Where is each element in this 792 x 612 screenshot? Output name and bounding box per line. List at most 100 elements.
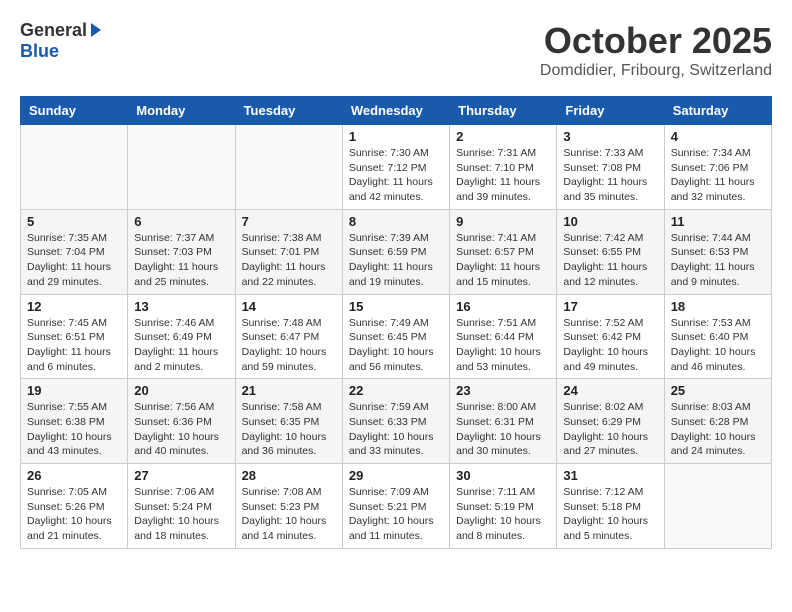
- day-info: Sunrise: 7:12 AMSunset: 5:18 PMDaylight:…: [563, 485, 657, 544]
- day-number: 13: [134, 299, 228, 314]
- day-info: Sunrise: 7:34 AMSunset: 7:06 PMDaylight:…: [671, 146, 765, 205]
- day-number: 19: [27, 383, 121, 398]
- day-number: 22: [349, 383, 443, 398]
- title-section: October 2025 Domdidier, Fribourg, Switze…: [540, 20, 772, 80]
- calendar-day-cell: 9 Sunrise: 7:41 AMSunset: 6:57 PMDaylight…: [450, 209, 557, 294]
- day-number: 6: [134, 214, 228, 229]
- day-number: 12: [27, 299, 121, 314]
- day-info: Sunrise: 7:31 AMSunset: 7:10 PMDaylight:…: [456, 146, 550, 205]
- calendar-day-header: Friday: [557, 97, 664, 125]
- day-number: 27: [134, 468, 228, 483]
- day-info: Sunrise: 7:55 AMSunset: 6:38 PMDaylight:…: [27, 400, 121, 459]
- calendar-day-cell: 20Sunrise: 7:56 AMSunset: 6:36 PMDayligh…: [128, 379, 235, 464]
- calendar-week-row: 26Sunrise: 7:05 AMSunset: 5:26 PMDayligh…: [21, 464, 772, 549]
- calendar-day-cell: 26Sunrise: 7:05 AMSunset: 5:26 PMDayligh…: [21, 464, 128, 549]
- calendar-day-cell: 7Sunrise: 7:38 AMSunset: 7:01 PMDaylight…: [235, 209, 342, 294]
- calendar-day-cell: 19 Sunrise: 7:55 AMSunset: 6:38 PMDayligh…: [21, 379, 128, 464]
- calendar-day-cell: 11 Sunrise: 7:44 AMSunset: 6:53 PMDayligh…: [664, 209, 771, 294]
- day-number: 29: [349, 468, 443, 483]
- day-info: Sunrise: 7:08 AMSunset: 5:23 PMDaylight:…: [242, 485, 336, 544]
- calendar-week-row: 12Sunrise: 7:45 AMSunset: 6:51 PMDayligh…: [21, 294, 772, 379]
- calendar-day-header: Wednesday: [342, 97, 449, 125]
- day-info: Sunrise: 7:11 AMSunset: 5:19 PMDaylight:…: [456, 485, 550, 544]
- calendar-week-row: 19 Sunrise: 7:55 AMSunset: 6:38 PMDayligh…: [21, 379, 772, 464]
- day-number: 11: [671, 214, 765, 229]
- day-info: Sunrise: 7:30 AMSunset: 7:12 PMDaylight:…: [349, 146, 443, 205]
- day-info: Sunrise: 7:09 AMSunset: 5:21 PMDaylight:…: [349, 485, 443, 544]
- calendar-day-cell: 21 Sunrise: 7:58 AMSunset: 6:35 PMDayligh…: [235, 379, 342, 464]
- calendar-day-cell: 15Sunrise: 7:49 AMSunset: 6:45 PMDayligh…: [342, 294, 449, 379]
- day-number: 9: [456, 214, 550, 229]
- calendar-day-cell: 18 Sunrise: 7:53 AMSunset: 6:40 PMDayligh…: [664, 294, 771, 379]
- calendar-week-row: 5 Sunrise: 7:35 AMSunset: 7:04 PMDaylight…: [21, 209, 772, 294]
- calendar-header-row: SundayMondayTuesdayWednesdayThursdayFrid…: [21, 97, 772, 125]
- day-info: Sunrise: 7:52 AMSunset: 6:42 PMDaylight:…: [563, 316, 657, 375]
- calendar-day-cell: 31 Sunrise: 7:12 AMSunset: 5:18 PMDayligh…: [557, 464, 664, 549]
- day-info: Sunrise: 8:02 AMSunset: 6:29 PMDaylight:…: [563, 400, 657, 459]
- day-number: 5: [27, 214, 121, 229]
- day-number: 16: [456, 299, 550, 314]
- logo-general-text: General: [20, 20, 87, 41]
- day-info: Sunrise: 7:46 AMSunset: 6:49 PMDaylight:…: [134, 316, 228, 375]
- logo-arrow-icon: [91, 23, 101, 37]
- calendar-day-cell: 22 Sunrise: 7:59 AMSunset: 6:33 PMDayligh…: [342, 379, 449, 464]
- day-number: 17: [563, 299, 657, 314]
- day-number: 14: [242, 299, 336, 314]
- day-number: 10: [563, 214, 657, 229]
- calendar-day-header: Tuesday: [235, 97, 342, 125]
- calendar-day-cell: [664, 464, 771, 549]
- day-info: Sunrise: 7:53 AMSunset: 6:40 PMDaylight:…: [671, 316, 765, 375]
- day-info: Sunrise: 7:44 AMSunset: 6:53 PMDaylight:…: [671, 231, 765, 290]
- calendar-day-cell: 10 Sunrise: 7:42 AMSunset: 6:55 PMDayligh…: [557, 209, 664, 294]
- day-info: Sunrise: 7:58 AMSunset: 6:35 PMDaylight:…: [242, 400, 336, 459]
- page-header: General Blue October 2025 Domdidier, Fri…: [20, 20, 772, 80]
- calendar-day-cell: 4Sunrise: 7:34 AMSunset: 7:06 PMDaylight…: [664, 125, 771, 210]
- day-info: Sunrise: 7:59 AMSunset: 6:33 PMDaylight:…: [349, 400, 443, 459]
- calendar-day-cell: 16Sunrise: 7:51 AMSunset: 6:44 PMDayligh…: [450, 294, 557, 379]
- day-info: Sunrise: 7:06 AMSunset: 5:24 PMDaylight:…: [134, 485, 228, 544]
- day-number: 25: [671, 383, 765, 398]
- day-info: Sunrise: 7:56 AMSunset: 6:36 PMDaylight:…: [134, 400, 228, 459]
- day-number: 24: [563, 383, 657, 398]
- day-number: 8: [349, 214, 443, 229]
- day-info: Sunrise: 7:05 AMSunset: 5:26 PMDaylight:…: [27, 485, 121, 544]
- day-number: 31: [563, 468, 657, 483]
- day-number: 3: [563, 129, 657, 144]
- day-info: Sunrise: 7:35 AMSunset: 7:04 PMDaylight:…: [27, 231, 121, 290]
- calendar-day-cell: 29 Sunrise: 7:09 AMSunset: 5:21 PMDayligh…: [342, 464, 449, 549]
- day-number: 23: [456, 383, 550, 398]
- calendar-day-cell: 28 Sunrise: 7:08 AMSunset: 5:23 PMDayligh…: [235, 464, 342, 549]
- calendar-day-cell: 3 Sunrise: 7:33 AMSunset: 7:08 PMDaylight…: [557, 125, 664, 210]
- calendar-day-header: Saturday: [664, 97, 771, 125]
- calendar-day-cell: 30 Sunrise: 7:11 AMSunset: 5:19 PMDayligh…: [450, 464, 557, 549]
- calendar-day-cell: 23 Sunrise: 8:00 AMSunset: 6:31 PMDayligh…: [450, 379, 557, 464]
- calendar-week-row: 1 Sunrise: 7:30 AMSunset: 7:12 PMDaylight…: [21, 125, 772, 210]
- day-number: 1: [349, 129, 443, 144]
- calendar-day-cell: 27 Sunrise: 7:06 AMSunset: 5:24 PMDayligh…: [128, 464, 235, 549]
- calendar-day-cell: [21, 125, 128, 210]
- day-info: Sunrise: 7:41 AMSunset: 6:57 PMDaylight:…: [456, 231, 550, 290]
- day-number: 18: [671, 299, 765, 314]
- day-info: Sunrise: 7:49 AMSunset: 6:45 PMDaylight:…: [349, 316, 443, 375]
- day-number: 28: [242, 468, 336, 483]
- day-number: 21: [242, 383, 336, 398]
- calendar-day-cell: 1 Sunrise: 7:30 AMSunset: 7:12 PMDaylight…: [342, 125, 449, 210]
- calendar-day-cell: 5 Sunrise: 7:35 AMSunset: 7:04 PMDaylight…: [21, 209, 128, 294]
- day-info: Sunrise: 7:33 AMSunset: 7:08 PMDaylight:…: [563, 146, 657, 205]
- calendar-day-cell: 6 Sunrise: 7:37 AMSunset: 7:03 PMDaylight…: [128, 209, 235, 294]
- day-info: Sunrise: 7:39 AMSunset: 6:59 PMDaylight:…: [349, 231, 443, 290]
- calendar-day-cell: 24 Sunrise: 8:02 AMSunset: 6:29 PMDayligh…: [557, 379, 664, 464]
- day-info: Sunrise: 7:37 AMSunset: 7:03 PMDaylight:…: [134, 231, 228, 290]
- day-info: Sunrise: 8:03 AMSunset: 6:28 PMDaylight:…: [671, 400, 765, 459]
- location-text: Domdidier, Fribourg, Switzerland: [540, 62, 772, 80]
- day-info: Sunrise: 7:42 AMSunset: 6:55 PMDaylight:…: [563, 231, 657, 290]
- day-number: 7: [242, 214, 336, 229]
- calendar-day-cell: [235, 125, 342, 210]
- calendar-table: SundayMondayTuesdayWednesdayThursdayFrid…: [20, 96, 772, 549]
- calendar-day-cell: 14 Sunrise: 7:48 AMSunset: 6:47 PMDayligh…: [235, 294, 342, 379]
- calendar-day-header: Sunday: [21, 97, 128, 125]
- day-number: 30: [456, 468, 550, 483]
- calendar-day-cell: 13 Sunrise: 7:46 AMSunset: 6:49 PMDayligh…: [128, 294, 235, 379]
- day-info: Sunrise: 8:00 AMSunset: 6:31 PMDaylight:…: [456, 400, 550, 459]
- day-info: Sunrise: 7:48 AMSunset: 6:47 PMDaylight:…: [242, 316, 336, 375]
